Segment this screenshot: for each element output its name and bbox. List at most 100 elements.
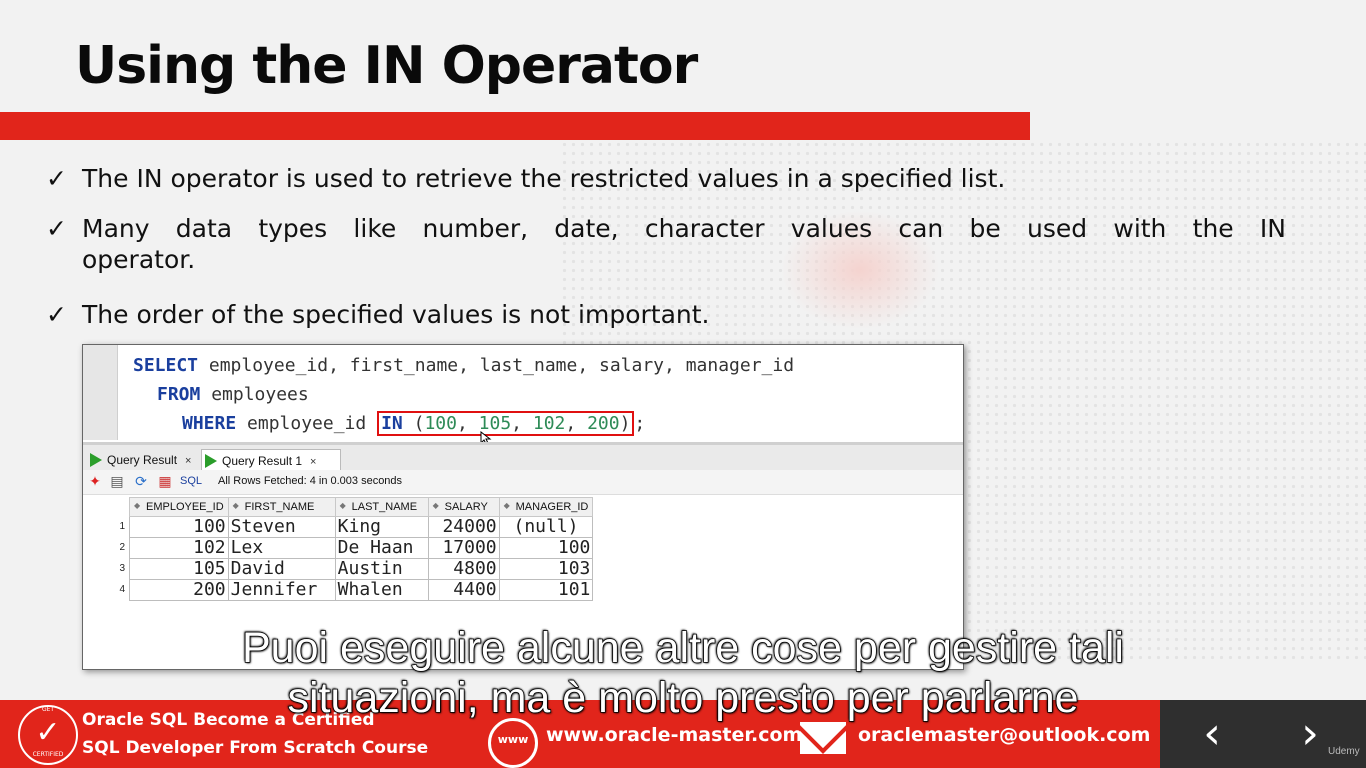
code-line-1: SELECT employee_id, first_name, last_nam… bbox=[133, 355, 794, 376]
sort-icon: ◆ bbox=[232, 501, 239, 510]
course-title-line-2: SQL Developer From Scratch Course bbox=[82, 738, 429, 758]
cell-first-name[interactable]: Steven bbox=[227, 516, 336, 538]
close-icon[interactable]: × bbox=[185, 455, 191, 467]
in-value: 100 bbox=[424, 413, 457, 434]
run-icon bbox=[90, 453, 102, 467]
subtitle-line-2: situazioni, ma è molto presto per parlar… bbox=[287, 673, 1080, 723]
sort-icon: ◆ bbox=[503, 501, 510, 510]
export-icon[interactable]: ▦ bbox=[157, 474, 173, 490]
code-text: employee_id bbox=[236, 413, 378, 434]
cell-employee-id[interactable]: 105 bbox=[129, 558, 229, 580]
in-value: 200 bbox=[587, 413, 620, 434]
column-header[interactable]: ◆ FIRST_NAME bbox=[227, 497, 336, 517]
cell-salary[interactable]: 4400 bbox=[427, 579, 500, 601]
run-icon bbox=[205, 454, 217, 468]
badge-bottom-text: CERTIFIED bbox=[32, 751, 64, 758]
column-label: SALARY bbox=[444, 501, 488, 513]
bullet-2: ✓ Many data types like number, date, char… bbox=[46, 214, 1286, 274]
cell-last-name[interactable]: King bbox=[334, 516, 429, 538]
sql-editor[interactable]: SELECT employee_id, first_name, last_nam… bbox=[83, 345, 963, 445]
in-value: 102 bbox=[532, 413, 566, 434]
subtitle-line-1: Puoi eseguire alcune altre cose per gest… bbox=[241, 623, 1125, 673]
title-accent-bar bbox=[0, 112, 1030, 140]
bullet-3: ✓ The order of the specified values is no… bbox=[46, 300, 710, 329]
cell-employee-id[interactable]: 100 bbox=[129, 516, 229, 538]
table-row[interactable]: 3 105 David Austin 4800 103 bbox=[83, 558, 594, 580]
bullet-1: ✓ The IN operator is used to retrieve the… bbox=[46, 164, 1005, 193]
results-tab-bar: Query Result × Query Result 1 × bbox=[83, 442, 963, 473]
column-label: LAST_NAME bbox=[351, 501, 418, 513]
editor-gutter bbox=[83, 345, 118, 440]
email-link[interactable]: oraclemaster@outlook.com bbox=[858, 724, 1150, 746]
sort-icon: ◆ bbox=[134, 501, 141, 510]
udemy-watermark: Udemy bbox=[1328, 746, 1360, 757]
cell-employee-id[interactable]: 102 bbox=[129, 537, 229, 559]
keyword-from: FROM bbox=[157, 384, 201, 405]
row-number: 2 bbox=[83, 537, 130, 559]
sort-icon: ◆ bbox=[432, 501, 439, 510]
column-header[interactable]: ◆ MANAGER_ID bbox=[498, 497, 594, 517]
www-label: www bbox=[497, 733, 529, 746]
sql-button[interactable]: SQL bbox=[180, 475, 202, 487]
print-icon[interactable]: ▤ bbox=[109, 474, 125, 490]
cell-last-name[interactable]: Austin bbox=[334, 558, 429, 580]
code-text: , bbox=[511, 413, 533, 434]
cell-manager-id[interactable]: 103 bbox=[498, 558, 594, 580]
code-text: , bbox=[456, 413, 479, 434]
tab-query-result-1[interactable]: Query Result 1 × bbox=[201, 449, 341, 472]
keyword-select: SELECT bbox=[133, 355, 199, 376]
column-header[interactable]: ◆ EMPLOYEE_ID bbox=[129, 497, 229, 517]
row-number: 3 bbox=[83, 558, 130, 580]
in-clause-highlight-box: IN (100, 105, 102, 200) bbox=[377, 411, 635, 436]
table-row[interactable]: 4 200 Jennifer Whalen 4400 101 bbox=[83, 579, 594, 601]
cell-first-name[interactable]: David bbox=[227, 558, 336, 580]
row-number: 4 bbox=[83, 579, 130, 601]
slide-title: Using the IN Operator bbox=[75, 36, 698, 96]
refresh-icon[interactable]: ⟳ bbox=[133, 474, 149, 490]
cell-manager-id[interactable]: 100 bbox=[498, 537, 594, 559]
table-row[interactable]: 1 100 Steven King 24000 (null) bbox=[83, 516, 594, 538]
check-icon: ✓ bbox=[46, 164, 67, 193]
tab-query-result[interactable]: Query Result × bbox=[87, 449, 215, 471]
results-toolbar: ✦ ▤ ⟳ ▦ SQL All Rows Fetched: 4 in 0.003… bbox=[83, 470, 963, 495]
code-text: ; bbox=[634, 413, 646, 434]
column-label: MANAGER_ID bbox=[515, 501, 589, 513]
code-text: ( bbox=[402, 413, 425, 434]
column-header[interactable]: ◆ LAST_NAME bbox=[334, 497, 429, 517]
row-number: 1 bbox=[83, 516, 130, 538]
code-text: ) bbox=[619, 413, 631, 434]
cell-salary[interactable]: 24000 bbox=[427, 516, 500, 538]
code-text: , bbox=[565, 413, 588, 434]
check-icon: ✓ bbox=[46, 300, 67, 329]
sort-icon: ◆ bbox=[339, 501, 346, 510]
keyword-in: IN bbox=[381, 413, 403, 434]
mail-icon bbox=[800, 722, 846, 754]
tab-label: Query Result bbox=[107, 453, 178, 467]
pin-icon[interactable]: ✦ bbox=[87, 474, 103, 490]
cell-last-name[interactable]: Whalen bbox=[334, 579, 429, 601]
cell-first-name[interactable]: Jennifer bbox=[227, 579, 336, 601]
cell-last-name[interactable]: De Haan bbox=[334, 537, 429, 559]
cell-manager-id[interactable]: (null) bbox=[498, 516, 594, 538]
column-label: EMPLOYEE_ID bbox=[146, 501, 224, 513]
cell-manager-id[interactable]: 101 bbox=[498, 579, 594, 601]
check-icon: ✓ bbox=[46, 214, 67, 243]
cell-first-name[interactable]: Lex bbox=[227, 537, 336, 559]
code-text: employee_id, first_name, last_name, sala… bbox=[198, 355, 795, 376]
bullet-text-line2: operator. bbox=[82, 245, 196, 274]
code-line-3: WHERE employee_id IN (100, 105, 102, 200… bbox=[182, 411, 646, 436]
bullet-text: The IN operator is used to retrieve the … bbox=[82, 164, 1006, 193]
cell-salary[interactable]: 4800 bbox=[427, 558, 500, 580]
table-row[interactable]: 2 102 Lex De Haan 17000 100 bbox=[83, 537, 594, 559]
sql-developer-screenshot: SELECT employee_id, first_name, last_nam… bbox=[82, 344, 964, 670]
bullet-text-line1: Many data types like number, date, chara… bbox=[82, 214, 1286, 243]
code-text: employees bbox=[200, 384, 309, 405]
column-header[interactable]: ◆ SALARY bbox=[427, 497, 500, 517]
website-link[interactable]: www.oracle-master.com bbox=[546, 724, 802, 746]
close-icon[interactable]: × bbox=[310, 456, 316, 468]
cell-employee-id[interactable]: 200 bbox=[129, 579, 229, 601]
globe-icon: www bbox=[488, 718, 538, 768]
results-grid: ◆ EMPLOYEE_ID ◆ FIRST_NAME ◆ LAST_NAME ◆ SAL… bbox=[83, 497, 594, 601]
cell-salary[interactable]: 17000 bbox=[427, 537, 500, 559]
column-label: FIRST_NAME bbox=[244, 501, 315, 513]
